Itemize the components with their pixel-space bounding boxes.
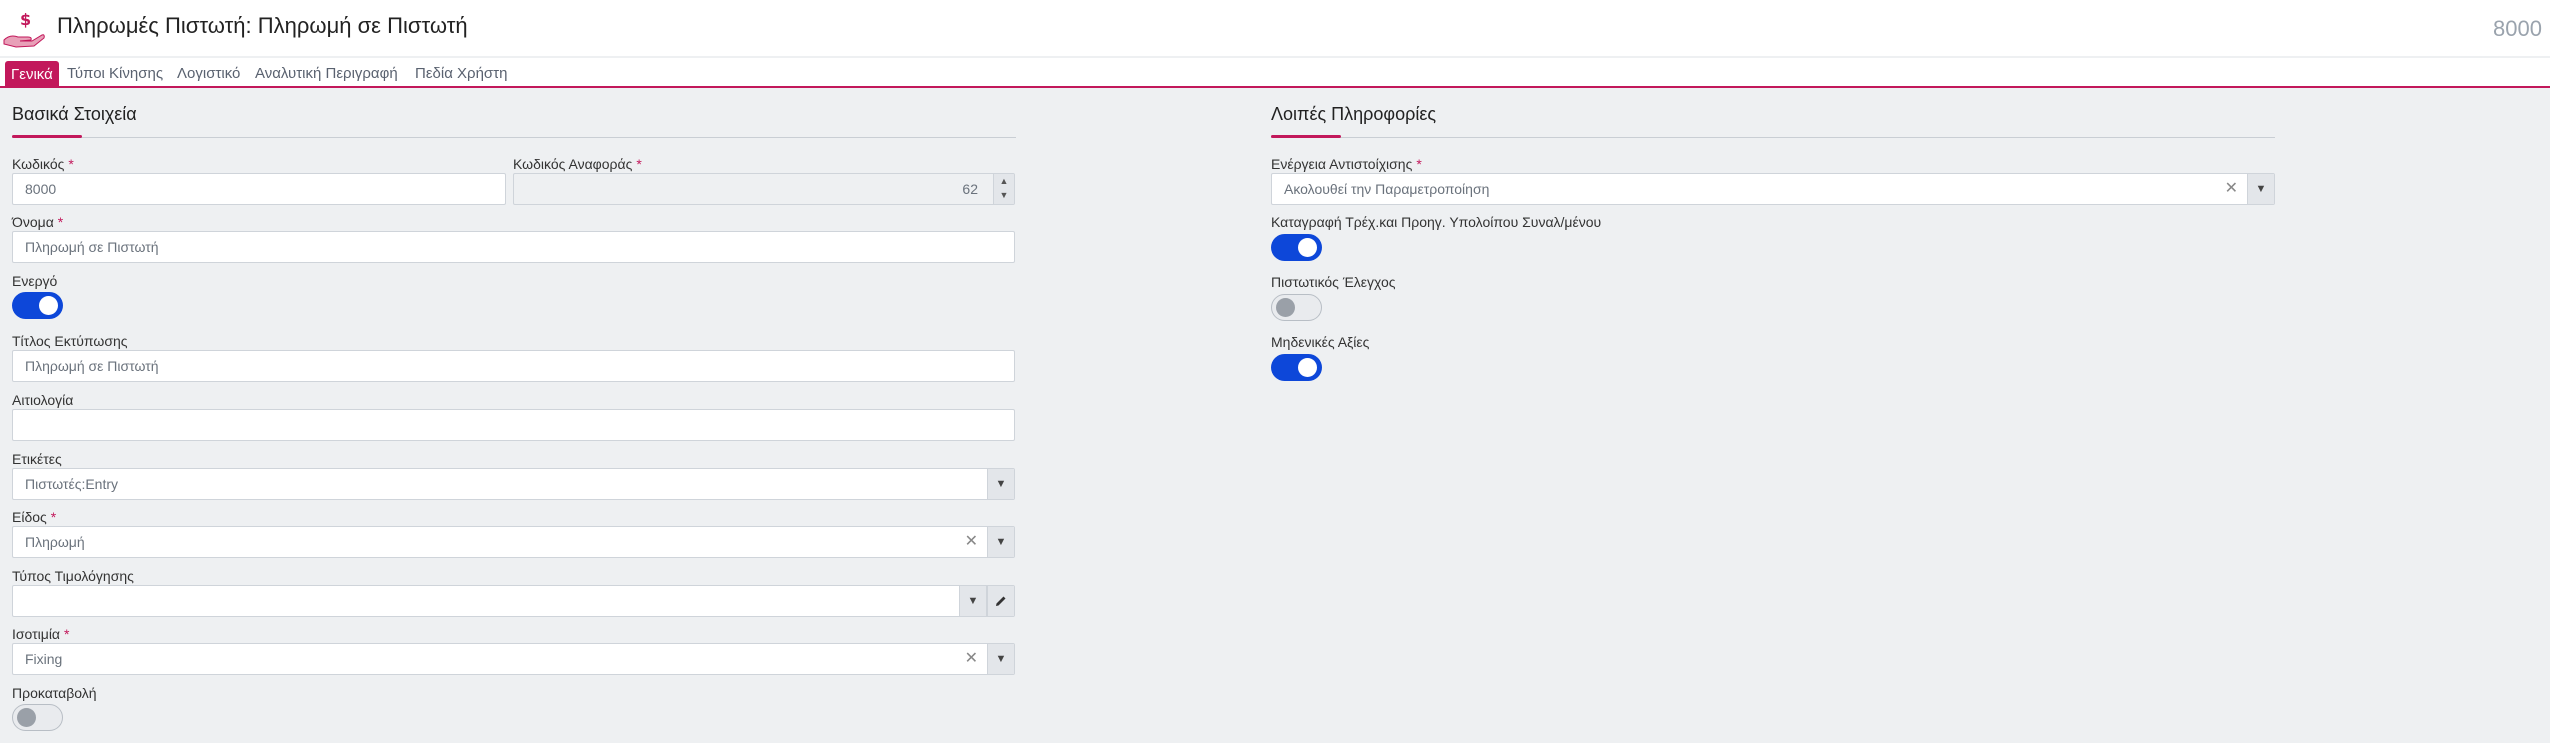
clear-icon[interactable]: ✕	[2225, 174, 2238, 204]
code-label: Κωδικός *	[12, 156, 74, 172]
print-title-label: Τίτλος Εκτύπωσης	[12, 333, 128, 349]
ref-code-label: Κωδικός Αναφοράς *	[513, 156, 642, 172]
tags-label: Ετικέτες	[12, 451, 62, 467]
invoice-type-label: Τύπος Τιμολόγησης	[12, 568, 134, 584]
tab-accounting[interactable]: Λογιστικό	[171, 62, 246, 86]
invoice-type-select[interactable]: ▼	[12, 585, 1015, 617]
kind-label: Είδος *	[12, 509, 57, 525]
zero-values-toggle[interactable]	[1271, 354, 1322, 381]
number-stepper[interactable]: ▲ ▼	[993, 174, 1014, 204]
parity-label: Ισοτιμία *	[12, 626, 70, 642]
chevron-down-icon[interactable]: ▼	[2247, 174, 2274, 204]
parity-select[interactable]: Fixing ✕ ▼	[12, 643, 1015, 675]
tags-select[interactable]: Πιστωτές:Entry ▼	[12, 468, 1015, 500]
section-title-basic: Βασικά Στοιχεία	[12, 104, 137, 124]
reason-label: Αιτιολογία	[12, 392, 74, 408]
record-balance-toggle[interactable]	[1271, 234, 1322, 261]
ref-code-input[interactable]: 62 ▲ ▼	[513, 173, 1015, 205]
section-divider	[1271, 137, 2275, 138]
tags-value: Πιστωτές:Entry	[25, 476, 119, 492]
parity-value: Fixing	[25, 651, 63, 667]
advance-label: Προκαταβολή	[12, 685, 97, 701]
name-input[interactable]: Πληρωμή σε Πιστωτή	[12, 231, 1015, 263]
advance-toggle[interactable]	[12, 704, 63, 731]
tab-general[interactable]: Γενικά	[5, 61, 59, 88]
clear-icon[interactable]: ✕	[965, 527, 978, 557]
section-divider	[12, 137, 1016, 138]
section-title-other: Λοιπές Πληροφορίες	[1271, 104, 1437, 124]
tab-analytic-description[interactable]: Αναλυτική Περιγραφή	[249, 62, 404, 86]
active-label: Ενεργό	[12, 273, 58, 289]
tab-user-fields[interactable]: Πεδία Χρήστη	[409, 62, 513, 86]
hand-dollar-icon: $	[3, 10, 45, 48]
match-action-select[interactable]: Ακολουθεί την Παραμετροποίηση ✕ ▼	[1271, 173, 2275, 205]
code-input[interactable]: 8000	[12, 173, 506, 205]
credit-check-label: Πιστωτικός Έλεγχος	[1271, 274, 1396, 290]
section-accent	[1271, 135, 1341, 138]
kind-value: Πληρωμή	[25, 534, 85, 550]
match-action-value: Ακολουθεί την Παραμετροποίηση	[1284, 181, 1490, 197]
pencil-icon[interactable]	[987, 586, 1014, 616]
section-accent	[12, 135, 82, 138]
chevron-down-icon[interactable]: ▼	[959, 586, 987, 616]
record-code: 8000	[2493, 16, 2542, 41]
chevron-down-icon[interactable]: ▼	[987, 527, 1014, 557]
svg-text:$: $	[20, 10, 31, 29]
credit-check-toggle[interactable]	[1271, 294, 1322, 321]
match-action-label: Ενέργεια Αντιστοίχισης *	[1271, 156, 1422, 172]
active-toggle[interactable]	[12, 292, 63, 319]
name-label: Όνομα *	[12, 214, 64, 230]
zero-values-label: Μηδενικές Αξίες	[1271, 334, 1370, 350]
record-balance-label: Καταγραφή Τρέχ.και Προηγ. Υπολοίπου Συνα…	[1271, 214, 1602, 230]
page-title: Πληρωμές Πιστωτή: Πληρωμή σε Πιστωτή	[57, 13, 468, 38]
kind-select[interactable]: Πληρωμή ✕ ▼	[12, 526, 1015, 558]
tab-movement-types[interactable]: Τύποι Κίνησης	[61, 62, 169, 86]
reason-input[interactable]	[12, 409, 1015, 441]
print-title-input[interactable]: Πληρωμή σε Πιστωτή	[12, 350, 1015, 382]
page-header: $ Πληρωμές Πιστωτή: Πληρωμή σε Πιστωτή 8…	[0, 0, 2550, 56]
ref-code-value: 62	[962, 181, 978, 197]
chevron-down-icon[interactable]: ▼	[987, 644, 1014, 674]
tab-bar: Γενικά Τύποι Κίνησης Λογιστικό Αναλυτική…	[0, 58, 2550, 88]
clear-icon[interactable]: ✕	[965, 644, 978, 674]
chevron-down-icon[interactable]: ▼	[987, 469, 1014, 499]
